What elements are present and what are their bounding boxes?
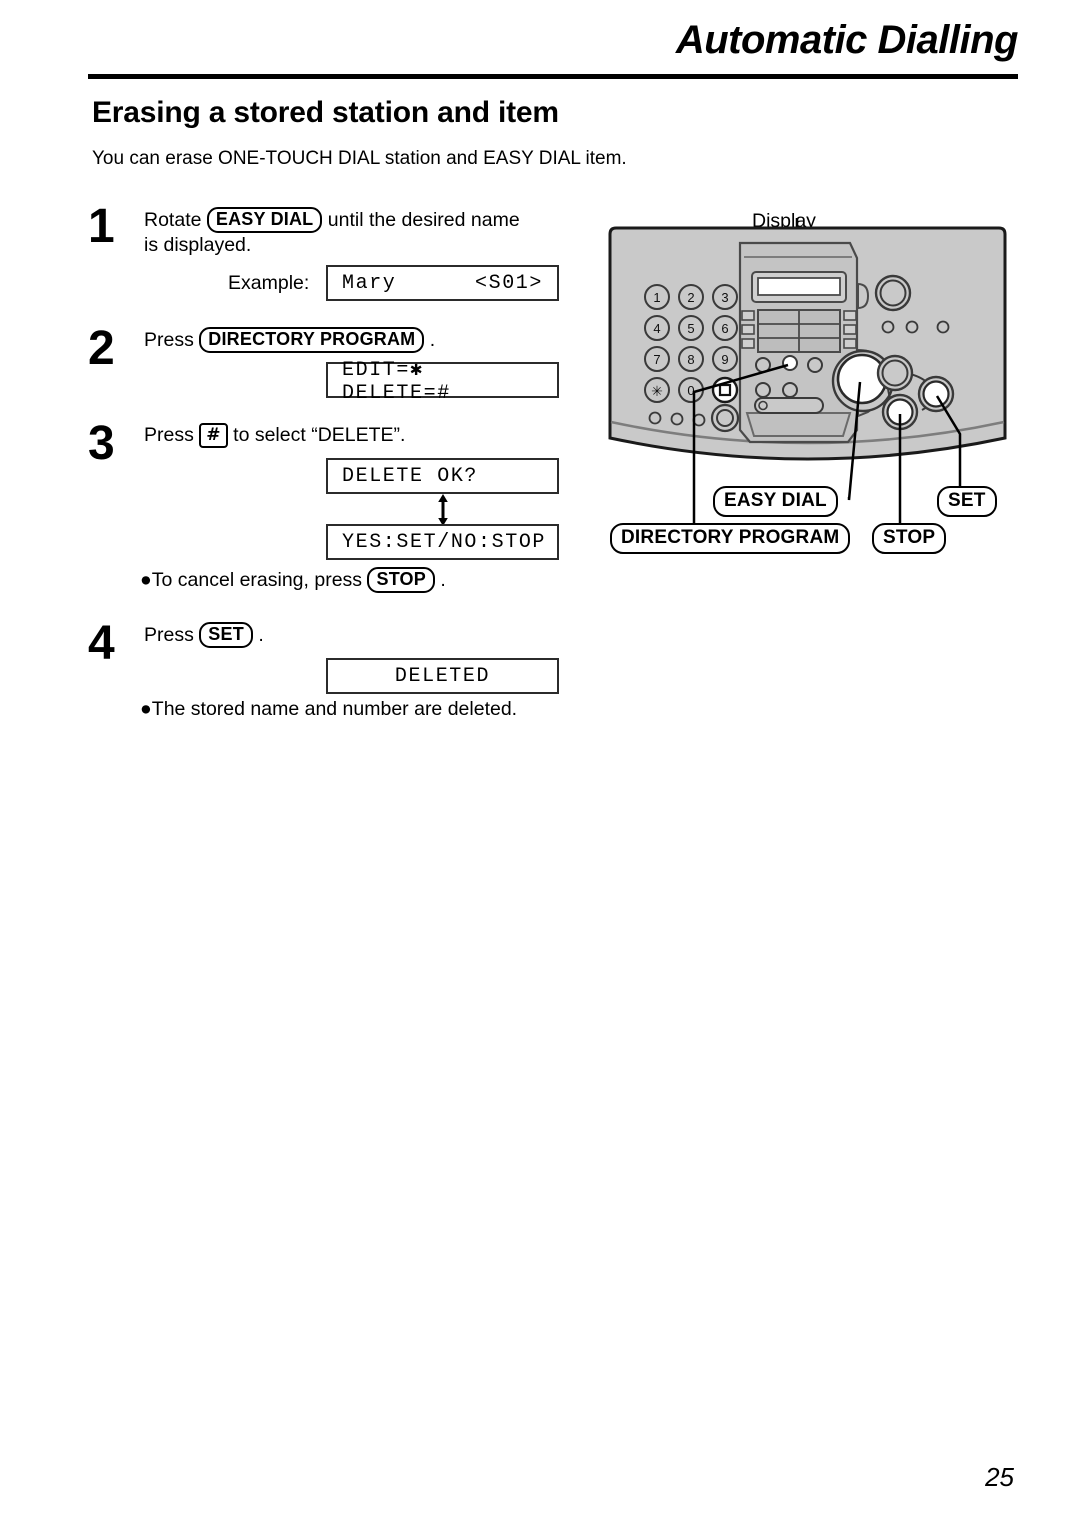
step-1-text-before: Rotate (144, 209, 202, 231)
keypad-key-2: 2 (678, 284, 704, 310)
step-3-text: Press # to select “DELETE”. (144, 423, 406, 449)
step-4-note: ●The stored name and number are deleted. (140, 698, 518, 720)
indicator-dot-1 (648, 411, 662, 425)
console-button-4 (755, 382, 771, 398)
lcd-display-step3-b: YES:SET/NO:STOP (326, 524, 559, 560)
manual-page: Automatic Dialling Erasing a stored stat… (0, 0, 1080, 1526)
example-label: Example: (228, 272, 310, 294)
indicator-dot-2 (670, 412, 684, 426)
keypad-key-6: 6 (712, 315, 738, 341)
set-button (922, 380, 950, 408)
lcd-step3-first: DELETE OK? (342, 464, 479, 488)
svg-text:4: 4 (653, 321, 660, 336)
lcd-display-step2: EDIT=✱ DELETE=# (326, 359, 559, 405)
console-button-5 (782, 382, 798, 398)
station-tab-l2 (741, 324, 755, 335)
step-1-text-after: until the desired name (327, 209, 520, 231)
svg-text:2: 2 (687, 290, 694, 305)
svg-text:1: 1 (653, 290, 660, 305)
step-3-note: ●To cancel erasing, press STOP . (140, 567, 446, 594)
console-slot-dot (758, 400, 768, 411)
keypad-key-7: 7 (644, 346, 670, 372)
lcd-step1-name: Mary (342, 271, 397, 295)
keypad-key-star: ✳ (644, 377, 670, 403)
keypad-key-3: 3 (712, 284, 738, 310)
header-divider (88, 74, 1018, 79)
right-top-button-inner (879, 279, 907, 307)
svg-text:✳: ✳ (651, 384, 663, 400)
lcd-step1-station: <S01> (474, 271, 543, 295)
keypad-key-9: 9 (712, 346, 738, 372)
console-notch (857, 282, 870, 310)
step-4-text-after: . (258, 624, 264, 646)
step-2-text-after: . (429, 329, 436, 351)
step-1-text: Rotate EASY DIAL until the desired name … (144, 207, 520, 258)
hash-key[interactable]: # (199, 423, 228, 449)
lcd-step4-text: DELETED (394, 664, 491, 688)
svg-text:5: 5 (687, 321, 694, 336)
set-key[interactable]: SET (199, 622, 253, 649)
callout-directory-program[interactable]: DIRECTORY PROGRAM (610, 523, 851, 554)
directory-program-key[interactable]: DIRECTORY PROGRAM (199, 327, 425, 354)
station-tab-r3 (843, 338, 857, 349)
keypad-key-5: 5 (678, 315, 704, 341)
right-menu-button-inner (881, 359, 909, 387)
step-number-4: 4 (88, 617, 115, 670)
svg-text:7: 7 (653, 352, 660, 367)
svg-text:8: 8 (687, 352, 694, 367)
right-indicator-3 (936, 320, 950, 334)
lcd-display-step1: Mary <S01> (326, 265, 559, 301)
page-number: 25 (985, 1462, 1014, 1492)
lcd-display-step4: DELETED (326, 658, 559, 694)
step-4-text-before: Press (144, 624, 194, 646)
step-number-3: 3 (88, 417, 115, 470)
lcd-step2-text: EDIT=✱ DELETE=# (342, 358, 451, 405)
directory-program-button (782, 355, 798, 371)
lcd-screen (757, 277, 841, 296)
easy-dial-key[interactable]: EASY DIAL (206, 207, 323, 234)
left-round-button-inner (716, 409, 734, 427)
svg-text:6: 6 (721, 321, 728, 336)
lcd-display-step3-a: DELETE OK? (326, 458, 559, 494)
step-number-2: 2 (88, 322, 115, 375)
step-2-text: Press DIRECTORY PROGRAM . (144, 327, 436, 354)
station-tab-r2 (843, 324, 857, 335)
station-tab-l3 (741, 338, 755, 349)
intro-paragraph: You can erase ONE-TOUCH DIAL station and… (92, 148, 627, 169)
callout-easy-dial[interactable]: EASY DIAL (713, 486, 838, 517)
step-1-text-line2: is displayed. (144, 234, 252, 257)
chapter-title: Automatic Dialling (675, 18, 1019, 62)
keypad-key-8: 8 (678, 346, 704, 372)
page-title: Erasing a stored station and item (92, 96, 559, 129)
keypad-key-1: 1 (644, 284, 670, 310)
lcd-step3-second: YES:SET/NO:STOP (342, 530, 547, 554)
right-indicator-1 (881, 320, 895, 334)
step-3-text-before: Press (144, 424, 194, 446)
station-tab-l1 (741, 310, 755, 321)
step-3-note-before: ●To cancel erasing, press (140, 569, 363, 591)
stop-key[interactable]: STOP (367, 567, 435, 594)
step-number-1: 1 (88, 200, 115, 253)
console-button-3 (807, 357, 823, 373)
step-2-text-before: Press (144, 329, 194, 351)
keypad-key-4: 4 (644, 315, 670, 341)
right-indicator-2 (905, 320, 919, 334)
step-3-text-after: to select “DELETE”. (233, 424, 406, 446)
callout-stop[interactable]: STOP (872, 523, 947, 554)
step-4-text: Press SET . (144, 622, 264, 649)
svg-text:3: 3 (721, 290, 728, 305)
up-down-arrow-icon (438, 494, 448, 526)
callout-set[interactable]: SET (937, 486, 997, 517)
step-3-note-after: . (440, 569, 446, 591)
svg-text:9: 9 (721, 352, 728, 367)
station-tab-r1 (843, 310, 857, 321)
console-lower-panel (745, 412, 852, 437)
